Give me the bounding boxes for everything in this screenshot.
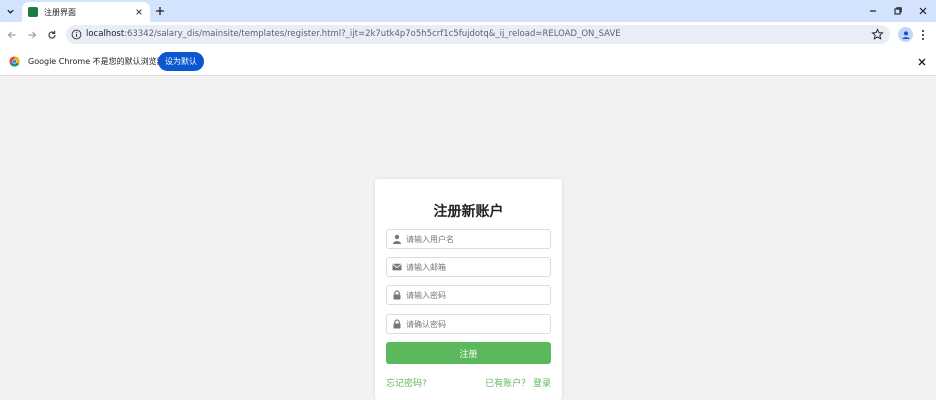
site-info-icon[interactable] <box>71 29 82 40</box>
envelope-icon <box>392 263 402 271</box>
lock-icon <box>393 290 401 300</box>
minimize-button[interactable] <box>866 4 880 18</box>
more-vertical-icon <box>922 29 924 40</box>
confirm-password-input[interactable] <box>406 316 546 332</box>
forgot-password-link[interactable]: 忘记密码? <box>386 376 427 389</box>
email-field[interactable] <box>386 257 551 277</box>
user-icon <box>393 234 401 244</box>
back-button[interactable] <box>5 28 18 41</box>
bookmark-star-icon[interactable] <box>871 28 884 41</box>
url-host: localhost <box>86 29 125 39</box>
minimize-icon <box>870 10 876 12</box>
register-card: 注册新账户 注册 忘记密码? 已有账户？ 登录 <box>375 179 562 400</box>
url-text: localhost:63342/salary_dis/mainsite/temp… <box>86 29 621 40</box>
login-link[interactable]: 已有账户？ 登录 <box>485 376 551 389</box>
restore-icon <box>894 7 902 15</box>
forward-button[interactable] <box>25 28 38 41</box>
tab-search-button[interactable] <box>3 4 18 19</box>
restore-button[interactable] <box>891 4 905 18</box>
tab-title: 注册界面 <box>44 7 76 17</box>
chrome-logo-icon <box>9 56 20 67</box>
chevron-down-icon <box>7 9 14 14</box>
reload-icon <box>47 30 56 39</box>
register-button[interactable]: 注册 <box>386 342 551 364</box>
reload-button[interactable] <box>45 28 58 41</box>
confirm-password-field[interactable] <box>386 314 551 334</box>
arrow-right-icon <box>28 31 36 38</box>
url-path: :63342/salary_dis/mainsite/templates/reg… <box>124 29 621 39</box>
page-title: 注册新账户 <box>433 204 504 220</box>
person-icon <box>902 30 909 39</box>
default-browser-infobar: Google Chrome 不是您的默认浏览器 设为默认 <box>0 47 936 76</box>
password-input[interactable] <box>406 287 546 303</box>
profile-button[interactable] <box>898 27 913 42</box>
close-icon <box>919 7 927 15</box>
browser-toolbar: localhost:63342/salary_dis/mainsite/temp… <box>0 22 936 47</box>
new-tab-button[interactable] <box>154 5 166 17</box>
username-field[interactable] <box>386 229 551 249</box>
email-input[interactable] <box>406 259 546 275</box>
set-default-button[interactable]: 设为默认 <box>158 52 204 71</box>
password-field[interactable] <box>386 285 551 305</box>
close-icon <box>136 9 142 15</box>
close-window-button[interactable] <box>916 4 930 18</box>
lock-icon <box>393 319 401 329</box>
plus-icon <box>156 7 164 15</box>
tab-close-button[interactable] <box>134 7 144 17</box>
username-input[interactable] <box>406 231 546 247</box>
tab-strip: 注册界面 <box>0 0 936 22</box>
infobar-message: Google Chrome 不是您的默认浏览器 <box>28 57 165 66</box>
close-icon[interactable] <box>917 57 927 67</box>
address-bar[interactable]: localhost:63342/salary_dis/mainsite/temp… <box>66 25 890 44</box>
browser-menu-button[interactable] <box>918 27 928 42</box>
tab-active[interactable]: 注册界面 <box>22 2 150 22</box>
page-favicon-icon <box>28 7 38 17</box>
arrow-left-icon <box>7 31 15 38</box>
